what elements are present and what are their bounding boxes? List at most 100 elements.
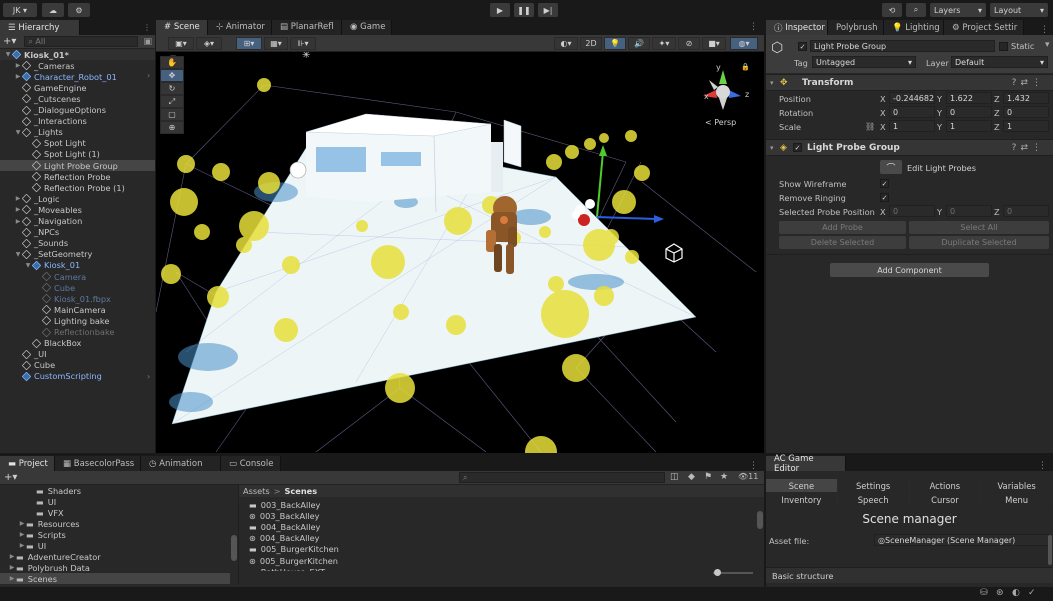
hierarchy-item[interactable]: ▶ _Navigation — [0, 216, 155, 227]
hierarchy-item[interactable]: ▼ _Lights — [0, 127, 155, 138]
rotation-x-field[interactable]: 0 — [889, 106, 935, 118]
hierarchy-item[interactable]: Spot Light (1) — [0, 149, 155, 160]
favorite-icon[interactable]: ★ — [720, 472, 728, 482]
file-item[interactable]: ⊛ 003_BackAlley — [249, 510, 739, 521]
shading-dropdown[interactable]: ◐▾ — [554, 37, 578, 50]
account-dropdown[interactable]: JK ▾ — [3, 3, 37, 17]
layers-dropdown[interactable]: Layers ▾ — [930, 3, 986, 17]
play-button[interactable]: ▶ — [490, 3, 510, 17]
fold-arrow-icon[interactable]: ▶ — [14, 73, 22, 80]
ac-manager-tab[interactable]: Speech — [838, 493, 910, 506]
fold-arrow-icon[interactable]: ▶ — [18, 542, 26, 549]
hidden-packages-badge[interactable]: 👁11 — [738, 472, 758, 481]
fold-arrow-icon[interactable]: ▶ — [8, 575, 16, 582]
axis-label[interactable]: Z — [994, 94, 1000, 104]
fold-arrow-icon[interactable]: ▶ — [18, 531, 26, 538]
lpg-enabled-checkbox[interactable]: ✓ — [793, 143, 802, 152]
position-y-field[interactable]: 1.622 — [946, 92, 992, 104]
file-item[interactable]: ▬ 004_BackAlley — [249, 521, 739, 532]
axis-label[interactable]: Y — [937, 94, 942, 104]
tab-basecolorpass[interactable]: ▦ BasecolorPass — [55, 456, 141, 471]
panel-menu-icon[interactable]: ⋮ — [143, 20, 155, 35]
link-icon[interactable]: ⛓ — [865, 122, 875, 131]
pause-button[interactable]: ❚❚ — [514, 3, 534, 17]
rotation-y-field[interactable]: 0 — [946, 106, 992, 118]
folder-item[interactable]: ▶ ▬ AdventureCreator — [0, 551, 230, 562]
hierarchy-item[interactable]: ▶ _Moveables — [0, 204, 155, 215]
tab-scene[interactable]: # Scene — [156, 19, 208, 35]
scale-z-field[interactable]: 1 — [1003, 120, 1049, 132]
duplicate-selected-button[interactable]: Duplicate Selected — [909, 236, 1049, 249]
ac-scrollbar[interactable] — [1048, 535, 1052, 565]
cloud-icon[interactable]: ☁ — [42, 3, 64, 17]
folder-item[interactable]: ▬ VFX — [0, 507, 230, 518]
folder-item[interactable]: ▬ Shaders — [0, 485, 230, 496]
grid-toggle[interactable]: ▦▾ — [264, 37, 288, 50]
lpg-header[interactable]: ▾ ◈ ✓ Light Probe Group ?⇄⋮ — [766, 139, 1053, 156]
rotation-z-field[interactable]: 0 — [1003, 106, 1049, 118]
edit-probes-button[interactable]: ⌒ — [880, 160, 902, 174]
folder-item[interactable]: ▶ ▬ UI — [0, 540, 230, 551]
tab-game[interactable]: ◉ Game — [342, 19, 392, 35]
component-menu-icons[interactable]: ?⇄⋮ — [1012, 78, 1053, 88]
hierarchy-item[interactable]: Lighting bake — [0, 315, 155, 326]
rect-tool-icon[interactable]: ▢ — [160, 108, 184, 121]
expand-arrow-icon[interactable]: › — [147, 71, 150, 80]
axis-label[interactable]: Y — [937, 122, 942, 132]
bake-icon[interactable]: ◐ — [1012, 588, 1020, 598]
fold-icon[interactable]: ▾ — [770, 144, 780, 152]
active-checkbox[interactable]: ✓ — [798, 42, 807, 51]
lighting-toggle-icon[interactable]: 💡 — [604, 37, 626, 50]
zoom-slider-handle[interactable] — [714, 569, 721, 576]
fold-arrow-icon[interactable]: ▶ — [18, 520, 26, 527]
rotate-tool-icon[interactable]: ↻ — [160, 82, 184, 95]
tag-icon[interactable]: ⚑ — [704, 472, 712, 482]
folder-item[interactable]: ▶ ▬ Scenes — [0, 573, 230, 584]
fold-arrow-icon[interactable]: ▶ — [8, 553, 16, 560]
hierarchy-item[interactable]: Reflectionbake — [0, 327, 155, 338]
hierarchy-item[interactable]: ▶ _Cameras — [0, 60, 155, 71]
selected-probe-x-field[interactable]: 0 — [889, 205, 935, 217]
hierarchy-item[interactable]: Cube — [0, 282, 155, 293]
ac-manager-tab[interactable]: Actions — [910, 479, 982, 492]
breadcrumb-assets[interactable]: Assets — [243, 486, 270, 496]
hierarchy-item[interactable]: Spot Light — [0, 138, 155, 149]
hierarchy-item[interactable]: CustomScripting — [0, 371, 155, 382]
position-x-field[interactable]: -0.244682 — [889, 92, 935, 104]
2d-toggle[interactable]: 2D — [580, 37, 602, 50]
hierarchy-item[interactable]: Reflection Probe (1) — [0, 182, 155, 193]
delete-selected-button[interactable]: Delete Selected — [779, 236, 906, 249]
file-item[interactable]: ⊛ 005_BurgerKitchen — [249, 555, 739, 566]
select-all-button[interactable]: Select All — [909, 221, 1049, 234]
hierarchy-item[interactable]: Reflection Probe — [0, 171, 155, 182]
hierarchy-item[interactable]: ▼ Kiosk_01 — [0, 260, 155, 271]
ac-manager-tab[interactable]: Inventory — [766, 493, 838, 506]
add-component-button[interactable]: Add Component — [830, 263, 989, 277]
lock-icon[interactable]: 🔒 — [741, 63, 750, 71]
fold-arrow-icon[interactable]: ▶ — [8, 564, 16, 571]
hierarchy-item[interactable]: ▼ _SetGeometry — [0, 249, 155, 260]
hierarchy-item[interactable]: Camera — [0, 271, 155, 282]
component-menu-icons[interactable]: ?⇄⋮ — [1012, 143, 1053, 153]
hierarchy-item[interactable]: Cube — [0, 360, 155, 371]
hierarchy-item[interactable]: ▶ _Logic — [0, 193, 155, 204]
tab-hierarchy[interactable]: ☰ Hierarchy — [0, 20, 80, 35]
hierarchy-item[interactable]: _UI — [0, 349, 155, 360]
panel-menu-icon[interactable]: ⋮ — [1040, 25, 1053, 35]
tab-ac-game-editor[interactable]: AC Game Editor — [766, 454, 846, 474]
projection-label[interactable]: < Persp — [705, 118, 736, 127]
file-scrollbar[interactable] — [757, 511, 763, 529]
file-item[interactable]: ▬ 003_BackAlley — [249, 499, 739, 510]
filter-icon[interactable]: ▣ — [143, 37, 152, 47]
axis-label[interactable]: X — [880, 108, 886, 118]
add-probe-button[interactable]: Add Probe — [779, 221, 906, 234]
ac-manager-tab[interactable]: Scene — [766, 479, 838, 492]
fold-arrow-icon[interactable]: ▶ — [14, 62, 22, 69]
tab-lighting[interactable]: 💡 Lighting — [884, 20, 944, 35]
collab-icon[interactable]: ⚙ — [68, 3, 90, 17]
panel-menu-icon[interactable]: ⋮ — [749, 22, 764, 32]
tab-project-settings[interactable]: ⚙ Project Settir — [944, 20, 1024, 35]
show-wireframe-checkbox[interactable]: ✓ — [880, 179, 889, 188]
draw-mode-dropdown[interactable]: ▣▾ — [168, 37, 194, 50]
hierarchy-item[interactable]: _Interactions — [0, 116, 155, 127]
